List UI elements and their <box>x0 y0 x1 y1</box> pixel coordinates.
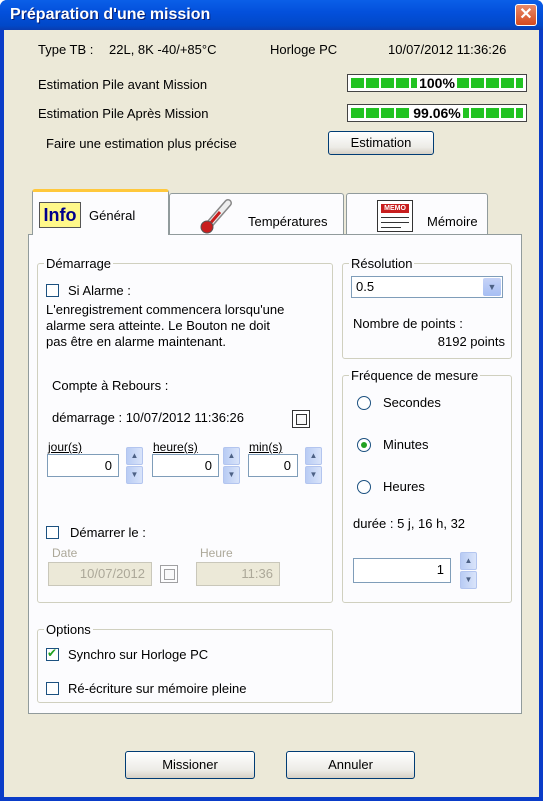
resolution-group: Résolution 0.5 ▼ Nombre de points : 8192… <box>342 256 512 359</box>
mission-dialog: Préparation d'une mission ✕ Type TB : 22… <box>0 0 543 801</box>
tab-temperatures[interactable]: Températures <box>169 193 344 235</box>
calendar-icon[interactable] <box>160 565 178 583</box>
battery-before-label: Estimation Pile avant Mission <box>38 77 208 92</box>
sync-checkbox[interactable] <box>46 646 59 661</box>
close-icon: ✕ <box>519 6 533 23</box>
frequency-legend: Fréquence de mesure <box>349 368 481 383</box>
tab-general[interactable]: Info Général <box>32 189 169 235</box>
radio-seconds-label: Secondes <box>383 395 441 410</box>
hours-input[interactable]: 0 <box>152 454 219 477</box>
clock-value: 10/07/2012 11:36:26 <box>388 42 507 57</box>
alarm-checkbox[interactable] <box>46 284 59 297</box>
radio-minutes[interactable] <box>357 438 371 452</box>
days-up-icon[interactable]: ▲ <box>126 447 143 465</box>
tab-memoire-label: Mémoire <box>427 214 478 229</box>
sync-label: Synchro sur Horloge PC <box>68 647 209 662</box>
window-title: Préparation d'une mission <box>10 6 211 23</box>
radio-hours[interactable] <box>357 480 371 494</box>
options-group: Options Synchro sur Horloge PC Ré-écritu… <box>37 622 333 703</box>
date-input[interactable]: 10/07/2012 <box>48 562 152 586</box>
start-on-label: Démarrer le : <box>70 525 146 540</box>
clock-label: Horloge PC <box>270 42 338 57</box>
estimation-button[interactable]: Estimation <box>328 131 434 155</box>
days-label: jour(s) <box>48 440 83 454</box>
mins-label: min(s) <box>249 440 283 454</box>
days-down-icon[interactable]: ▼ <box>126 466 143 484</box>
thermometer-icon <box>200 199 232 234</box>
radio-hours-label: Heures <box>383 479 425 494</box>
resolution-legend: Résolution <box>349 256 415 271</box>
hours-up-icon[interactable]: ▲ <box>223 447 240 465</box>
chevron-down-icon[interactable]: ▼ <box>483 278 501 296</box>
frequency-down-icon[interactable]: ▼ <box>460 571 477 589</box>
mins-input[interactable]: 0 <box>248 454 298 477</box>
estimate-label: Faire une estimation plus précise <box>46 136 237 151</box>
close-button[interactable]: ✕ <box>515 4 537 26</box>
alarm-label: Si Alarme : <box>68 283 131 298</box>
alarm-text-line-3: pas être en alarme maintenant. <box>46 334 226 349</box>
cancel-button[interactable]: Annuler <box>286 751 415 779</box>
time-label: Heure <box>200 546 233 560</box>
date-label: Date <box>52 546 78 560</box>
mins-spinner[interactable]: ▲ ▼ <box>305 447 322 484</box>
title-bar[interactable]: Préparation d'une mission ✕ <box>0 0 543 30</box>
mins-down-icon[interactable]: ▼ <box>305 466 322 484</box>
radio-seconds[interactable] <box>357 396 371 410</box>
duration-text: durée : 5 j, 16 h, 32 <box>353 516 466 531</box>
hours-label: heure(s) <box>153 440 198 454</box>
rewrite-checkbox[interactable] <box>46 682 59 695</box>
battery-before-pct: 100% <box>417 75 457 91</box>
hours-down-icon[interactable]: ▼ <box>223 466 240 484</box>
memo-icon: MEMO <box>377 200 413 232</box>
type-label: Type TB : <box>38 42 94 57</box>
tab-memoire[interactable]: MEMO Mémoire <box>346 193 488 235</box>
frequency-up-icon[interactable]: ▲ <box>460 552 477 570</box>
start-on-checkbox[interactable] <box>46 526 59 539</box>
hours-spinner[interactable]: ▲ ▼ <box>223 447 240 484</box>
points-value: 8192 points <box>437 334 505 349</box>
resolution-value: 0.5 <box>356 279 375 294</box>
frequency-spinner[interactable]: ▲ ▼ <box>460 552 477 589</box>
options-legend: Options <box>44 622 93 637</box>
demarrage-group: Démarrage Si Alarme : L'enregistrement c… <box>37 256 333 603</box>
countdown-label: Compte à Rebours : <box>52 378 169 393</box>
tab-panel-general: Démarrage Si Alarme : L'enregistrement c… <box>28 234 522 714</box>
alarm-text-line-1: L'enregistrement commencera lorsqu'une <box>46 302 285 317</box>
edit-start-icon[interactable] <box>292 410 310 428</box>
days-spinner[interactable]: ▲ ▼ <box>126 447 143 484</box>
missioner-button[interactable]: Missioner <box>125 751 255 779</box>
radio-minutes-label: Minutes <box>383 437 429 452</box>
battery-after-gauge: 99.06% <box>347 104 527 122</box>
tab-general-label: Général <box>89 208 136 223</box>
info-icon: Info <box>39 202 81 228</box>
time-input[interactable]: 11:36 <box>196 562 280 586</box>
type-value: 22L, 8K -40/+85°C <box>109 42 217 57</box>
battery-before-gauge: 100% <box>347 74 527 92</box>
mins-up-icon[interactable]: ▲ <box>305 447 322 465</box>
points-label: Nombre de points : <box>353 316 463 331</box>
rewrite-label: Ré-écriture sur mémoire pleine <box>68 681 247 696</box>
days-input[interactable]: 0 <box>47 454 119 477</box>
demarrage-legend: Démarrage <box>44 256 114 271</box>
resolution-select[interactable]: 0.5 ▼ <box>351 276 503 298</box>
start-text: démarrage : 10/07/2012 11:36:26 <box>52 410 245 425</box>
alarm-text-line-2: alarme sera atteinte. Le Bouton ne doit <box>46 318 271 333</box>
frequency-group: Fréquence de mesure Secondes Minutes Heu… <box>342 368 512 603</box>
battery-after-label: Estimation Pile Après Mission <box>38 106 209 121</box>
tab-temperatures-label: Températures <box>248 214 328 229</box>
battery-after-pct: 99.06% <box>411 105 463 121</box>
frequency-input[interactable]: 1 <box>353 558 451 583</box>
